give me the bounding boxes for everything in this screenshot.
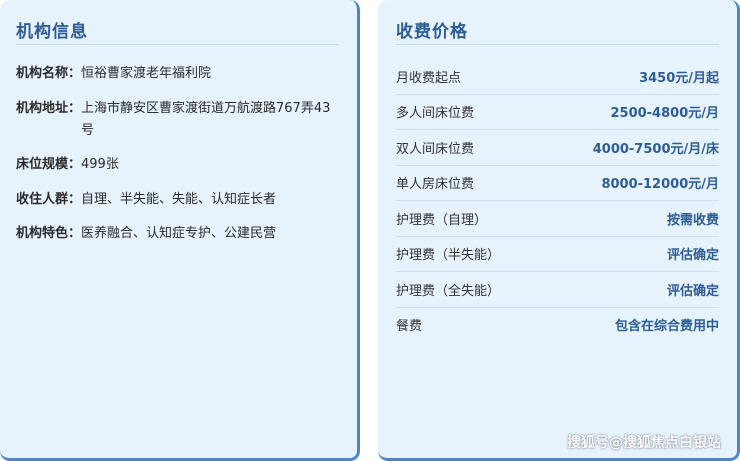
- price-row: 护理费（全失能） 评估确定: [396, 272, 719, 308]
- institution-info-title: 机构信息: [16, 22, 88, 42]
- title-divider: [16, 44, 339, 45]
- price-value: 8000-12000元/月: [601, 177, 719, 193]
- info-key: 收住人群：: [16, 191, 82, 207]
- info-value: 上海市静安区曹家渡街道万航渡路767弄43号: [81, 100, 331, 138]
- price-row: 多人间床位费 2500-4800元/月: [396, 95, 719, 130]
- info-key: 机构地址：: [16, 100, 82, 116]
- price-item-label: 餐费: [396, 319, 423, 335]
- info-key: 床位规模：: [16, 157, 82, 172]
- info-value: 自理、半失能、失能、认知症长者: [81, 191, 277, 207]
- price-item-label: 护理费（全失能）: [396, 283, 501, 299]
- price-row: 餐费 包含在综合费用中: [396, 308, 719, 343]
- info-value: 医养融合、认知症专护、公建民营: [81, 226, 277, 241]
- price-item-label: 双人间床位费: [396, 141, 475, 157]
- price-value: 包含在综合费用中: [614, 319, 719, 335]
- price-value: 评估确定: [666, 248, 719, 264]
- price-value: 评估确定: [666, 283, 719, 299]
- price-value: 按需收费: [666, 212, 719, 228]
- price-item-label: 护理费（半失能）: [396, 248, 501, 264]
- pricing-list: 月收费起点 3450元/月起 多人间床位费 2500-4800元/月 双人间床位…: [396, 59, 719, 342]
- price-item-label: 月收费起点: [396, 70, 462, 86]
- info-key: 机构特色：: [16, 226, 82, 241]
- price-item-label: 单人房床位费: [396, 177, 475, 193]
- info-row-residents: 收住人群： 自理、半失能、失能、认知症长者: [16, 189, 338, 211]
- price-row: 单人房床位费 8000-12000元/月: [396, 166, 719, 201]
- price-row: 护理费（半失能） 评估确定: [396, 237, 719, 272]
- institution-info-list: 机构名称： 恒裕曹家渡老年福利院 机构地址： 上海市静安区曹家渡街道万航渡路76…: [16, 63, 338, 258]
- info-value: 499张: [81, 157, 119, 172]
- price-item-label: 护理费（自理）: [396, 212, 488, 228]
- price-row: 月收费起点 3450元/月起: [396, 59, 719, 95]
- price-item-label: 多人间床位费: [396, 106, 475, 122]
- institution-info-card: 机构信息 机构名称： 恒裕曹家渡老年福利院 机构地址： 上海市静安区曹家渡街道万…: [0, 0, 360, 461]
- info-row-address: 机构地址： 上海市静安区曹家渡街道万航渡路767弄43号: [16, 98, 338, 142]
- watermark: 搜狐号@搜狐焦点白银站: [567, 435, 721, 451]
- info-value: 恒裕曹家渡老年福利院: [81, 66, 212, 81]
- title-divider: [396, 44, 719, 45]
- info-row-features: 机构特色： 医养融合、认知症专护、公建民营: [16, 223, 338, 245]
- price-row: 双人间床位费 4000-7500元/月/床: [396, 130, 719, 166]
- price-row: 护理费（自理） 按需收费: [396, 201, 719, 237]
- pricing-title: 收费价格: [396, 22, 468, 42]
- price-value: 2500-4800元/月: [610, 106, 719, 122]
- price-value: 4000-7500元/月/床: [592, 141, 719, 157]
- price-value: 3450元/月起: [639, 70, 719, 86]
- info-row-name: 机构名称： 恒裕曹家渡老年福利院: [16, 63, 338, 85]
- info-row-beds: 床位规模： 499张: [16, 154, 338, 176]
- info-key: 机构名称：: [16, 66, 82, 81]
- pricing-card: 收费价格 月收费起点 3450元/月起 多人间床位费 2500-4800元/月 …: [378, 0, 740, 461]
